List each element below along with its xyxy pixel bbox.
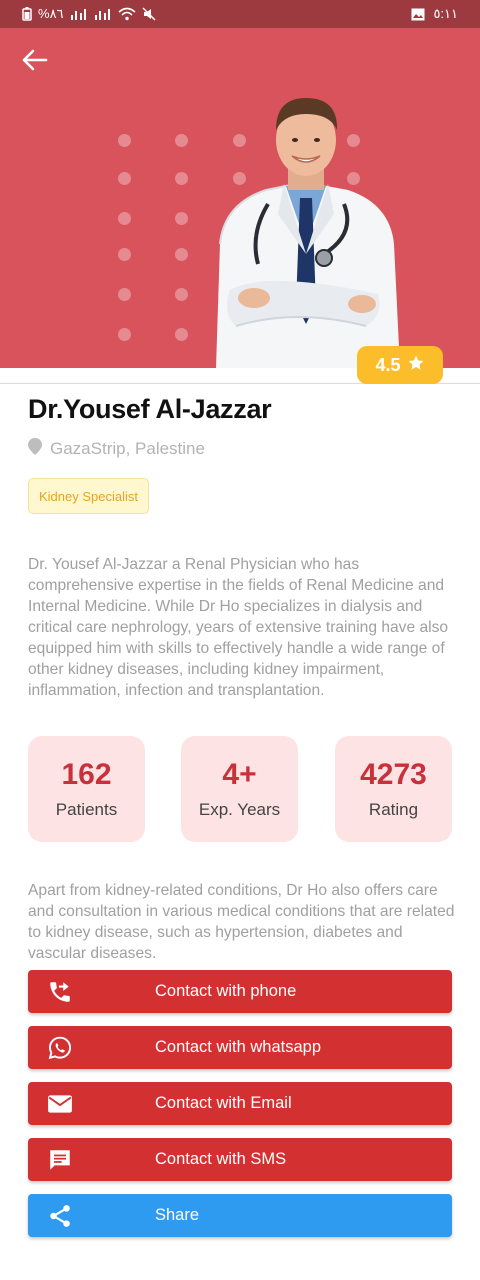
battery-percent: %٨٦ xyxy=(38,6,64,21)
share-icon xyxy=(46,1202,74,1230)
sms-icon xyxy=(46,1146,74,1174)
location-text: GazaStrip, Palestine xyxy=(50,439,205,458)
doctor-photo xyxy=(216,98,400,368)
status-bar: %٨٦ ٥:١١ xyxy=(0,0,480,28)
contact-email-button[interactable]: Contact with Email xyxy=(28,1082,452,1125)
contact-sms-button[interactable]: Contact with SMS xyxy=(28,1138,452,1181)
button-label: Contact with whatsapp xyxy=(155,1038,322,1056)
rating-value: 4.5 xyxy=(375,354,401,375)
clock: ٥:١١ xyxy=(433,6,458,21)
button-label: Contact with phone xyxy=(155,982,297,1000)
location: GazaStrip, Palestine xyxy=(28,438,205,460)
stats-row: 162 Patients 4+ Exp. Years 4273 Rating xyxy=(28,736,452,842)
status-left: %٨٦ xyxy=(22,6,156,22)
stat-label: Exp. Years xyxy=(198,800,281,819)
battery-icon xyxy=(22,7,32,21)
contact-phone-button[interactable]: Contact with phone xyxy=(28,970,452,1013)
whatsapp-icon xyxy=(46,1034,74,1062)
arrow-left-icon xyxy=(20,48,48,77)
stat-label: Patients xyxy=(55,800,118,819)
email-icon xyxy=(46,1090,74,1118)
status-right: ٥:١١ xyxy=(411,6,458,22)
specialty-tag: Kidney Specialist xyxy=(28,478,149,514)
stat-value: 162 xyxy=(61,758,112,791)
signal-icon xyxy=(94,8,112,20)
wifi-icon xyxy=(118,7,136,21)
doctor-name: Dr.Yousef Al-Jazzar xyxy=(28,394,272,424)
doctor-extra-info: Apart from kidney-related conditions, Dr… xyxy=(28,882,455,962)
location-pin-icon xyxy=(28,438,42,460)
phone-forward-icon xyxy=(46,978,74,1006)
button-label: Contact with Email xyxy=(155,1094,292,1112)
back-button[interactable] xyxy=(14,44,54,80)
stat-value: 4273 xyxy=(360,758,427,791)
stat-label: Rating xyxy=(368,800,419,819)
image-icon xyxy=(411,8,425,21)
signal-icon xyxy=(70,8,88,20)
share-button[interactable]: Share xyxy=(28,1194,452,1237)
button-label: Share xyxy=(155,1206,200,1224)
button-label: Contact with SMS xyxy=(155,1150,287,1168)
rating-badge[interactable]: 4.5 xyxy=(357,346,443,384)
doctor-bio: Dr. Yousef Al-Jazzar a Renal Physician w… xyxy=(28,556,449,699)
doctor-hero xyxy=(0,28,480,368)
contact-whatsapp-button[interactable]: Contact with whatsapp xyxy=(28,1026,452,1069)
mute-icon xyxy=(142,7,156,21)
stat-value: 4+ xyxy=(222,758,257,791)
star-icon xyxy=(407,354,425,377)
stat-card-rating: 4273 Rating xyxy=(335,736,452,842)
stat-card-experience: 4+ Exp. Years xyxy=(181,736,298,842)
stat-card-patients: 162 Patients xyxy=(28,736,145,842)
